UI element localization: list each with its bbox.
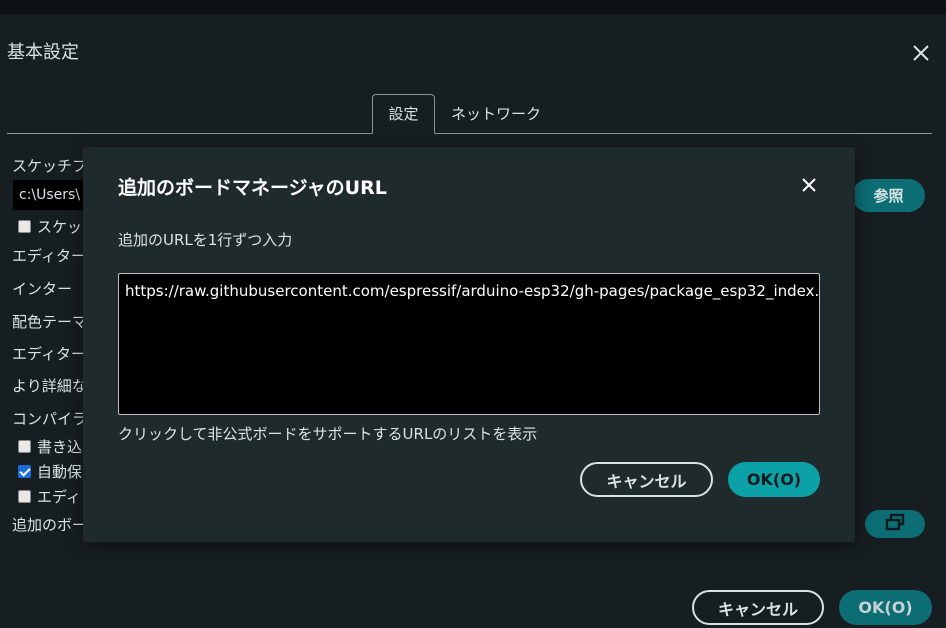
additional-urls-label: 追加のボー bbox=[12, 516, 84, 534]
browse-button[interactable]: 参照 bbox=[852, 179, 925, 212]
editor-option-row: エディ bbox=[18, 486, 84, 507]
dialog-cancel-button[interactable]: キャンセル bbox=[580, 462, 713, 497]
editor-option-checkbox[interactable] bbox=[18, 490, 31, 503]
interface-label: インター bbox=[12, 280, 73, 298]
dialog-close-icon[interactable] bbox=[799, 175, 819, 195]
show-files-label: スケッ bbox=[37, 218, 83, 236]
editor-label-2: エディター bbox=[12, 345, 84, 363]
upload-checkbox[interactable] bbox=[18, 440, 31, 453]
preferences-cancel-button[interactable]: キャンセル bbox=[692, 590, 824, 625]
open-url-editor-button[interactable] bbox=[865, 510, 925, 538]
dialog-instruction: 追加のURLを1行ずつ入力 bbox=[118, 231, 293, 249]
top-band bbox=[0, 0, 946, 14]
autosave-checkbox[interactable] bbox=[18, 465, 31, 478]
theme-label: 配色テーマ bbox=[12, 313, 84, 331]
preferences-title: 基本設定 bbox=[7, 42, 79, 63]
upload-row: 書き込 bbox=[18, 436, 84, 457]
upload-label: 書き込 bbox=[37, 438, 83, 456]
unofficial-boards-link[interactable]: クリックして非公式ボードをサポートするURLのリストを表示 bbox=[118, 423, 537, 444]
dialog-title: 追加のボードマネージャのURL bbox=[118, 177, 387, 199]
autosave-label: 自動保 bbox=[37, 463, 83, 481]
tab-network[interactable]: ネットワーク bbox=[451, 103, 541, 124]
editor-option-label: エディ bbox=[37, 488, 81, 506]
show-files-checkbox[interactable] bbox=[18, 220, 31, 233]
show-files-row: スケッ bbox=[18, 216, 84, 237]
close-icon[interactable] bbox=[911, 43, 931, 63]
dialog-ok-button[interactable]: OK(O) bbox=[728, 462, 820, 497]
verbose-label: より詳細な bbox=[12, 377, 84, 395]
sketchbook-path-input[interactable]: c:\Users\ bbox=[13, 180, 83, 210]
open-window-icon bbox=[884, 513, 906, 535]
autosave-row: 自動保 bbox=[18, 461, 84, 482]
editor-font-label: エディター bbox=[12, 247, 84, 265]
sketchbook-label: スケッチブ bbox=[12, 157, 84, 175]
tabs-divider bbox=[7, 133, 932, 134]
preferences-ok-button[interactable]: OK(O) bbox=[839, 590, 932, 625]
tab-settings[interactable]: 設定 bbox=[372, 94, 435, 134]
compiler-label: コンパイラ bbox=[12, 410, 84, 428]
additional-urls-dialog: 追加のボードマネージャのURL 追加のURLを1行ずつ入力 https://ra… bbox=[83, 147, 855, 542]
urls-textarea[interactable]: https://raw.githubusercontent.com/espres… bbox=[118, 273, 820, 415]
